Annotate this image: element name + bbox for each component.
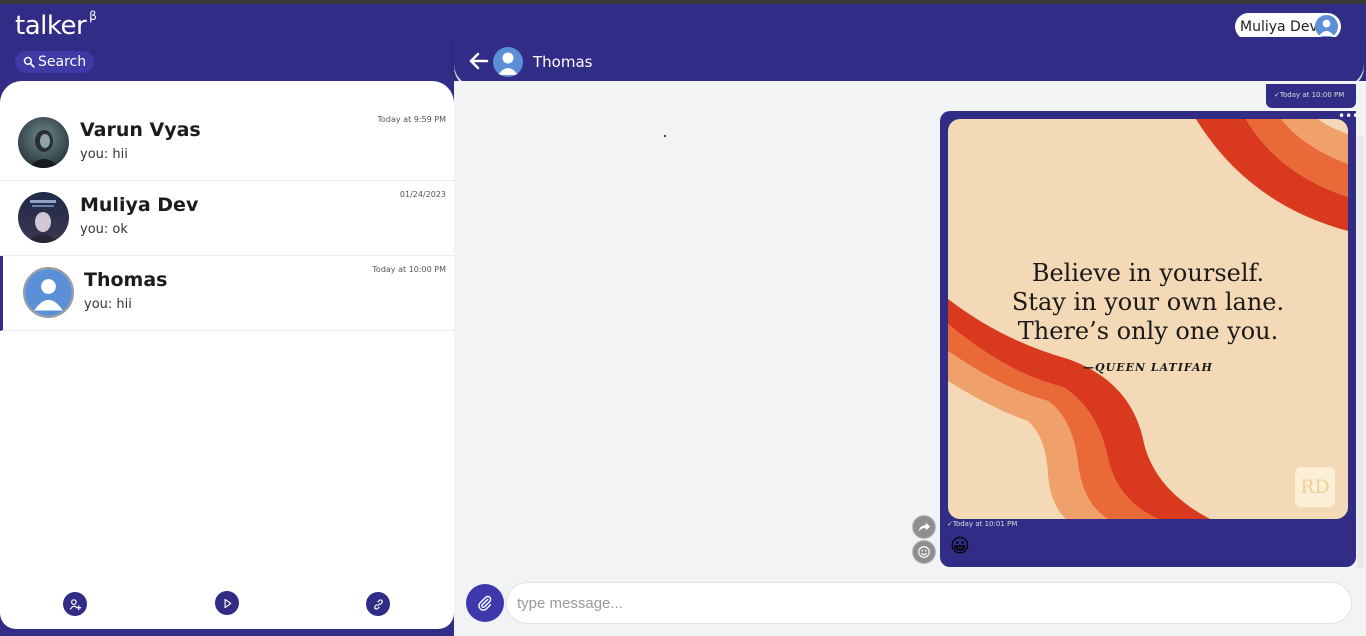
chat-list-panel: Varun Vyas you: hii Today at 9:59 PM Mul… xyxy=(0,81,454,629)
chat-item-muliya-dev[interactable]: Muliya Dev you: ok 01/24/2023 xyxy=(0,181,454,256)
avatar xyxy=(23,267,74,318)
message-time: ✓Today at 10:01 PM xyxy=(947,520,1018,528)
chat-name: Muliya Dev xyxy=(80,194,199,216)
window-top-border xyxy=(0,0,1366,4)
message-input[interactable] xyxy=(506,582,1352,624)
chat-time: Today at 10:00 PM xyxy=(372,265,446,274)
forward-icon xyxy=(918,522,931,532)
stray-dot xyxy=(664,135,666,137)
avatar xyxy=(18,117,69,168)
conversation-header: Thomas xyxy=(454,37,1364,86)
previous-message-time: ✓Today at 10:00 PM xyxy=(1274,91,1345,99)
message-bubble[interactable]: ••• Believe in yourself. Stay in your ow… xyxy=(940,110,1359,567)
previous-message: ✓Today at 10:00 PM xyxy=(1266,84,1356,108)
quote-line: There’s only one you. xyxy=(1017,317,1279,345)
bottom-actions xyxy=(0,591,454,617)
chat-preview: you: hii xyxy=(84,297,132,312)
react-button[interactable] xyxy=(912,540,936,564)
current-user-name: Muliya Dev xyxy=(1240,18,1318,35)
chat-time: Today at 9:59 PM xyxy=(377,115,447,124)
chat-item-thomas[interactable]: Thomas you: hii Today at 10:00 PM xyxy=(0,256,454,331)
chat-scrollbar[interactable] xyxy=(1357,136,1364,568)
back-arrow-icon[interactable] xyxy=(469,52,489,70)
message-composer xyxy=(454,581,1366,636)
search-button[interactable]: Search xyxy=(15,51,95,73)
search-icon xyxy=(23,56,35,68)
beta-badge: β xyxy=(89,9,97,24)
chat-time: 01/24/2023 xyxy=(399,190,446,199)
chat-list: Varun Vyas you: hii Today at 9:59 PM Mul… xyxy=(0,106,454,331)
chat-name: Thomas xyxy=(84,269,168,291)
play-button[interactable] xyxy=(215,591,239,615)
quote-image[interactable]: Believe in yourself. Stay in your own la… xyxy=(948,119,1348,519)
quote-line: Believe in yourself. xyxy=(1031,259,1265,287)
chat-preview: you: hii xyxy=(80,147,128,162)
play-icon xyxy=(223,598,231,608)
smiley-icon xyxy=(918,546,930,558)
attach-button[interactable] xyxy=(466,584,504,622)
message-reaction: 😀 xyxy=(950,535,970,557)
avatar xyxy=(18,192,69,243)
contact-avatar[interactable] xyxy=(493,47,523,77)
chat-item-varun-vyas[interactable]: Varun Vyas you: hii Today at 9:59 PM xyxy=(0,106,454,181)
search-label: Search xyxy=(38,54,87,70)
rd-logo: RD xyxy=(1295,467,1335,507)
forward-button[interactable] xyxy=(912,515,936,539)
paperclip-icon xyxy=(478,595,492,611)
current-user-chip[interactable]: Muliya Dev xyxy=(1235,13,1341,40)
app-name: talker xyxy=(15,11,87,41)
quote-author: —QUEEN LATIFAH xyxy=(1083,361,1213,374)
link-icon xyxy=(373,598,383,610)
user-avatar-icon xyxy=(1315,15,1338,38)
add-user-icon xyxy=(69,598,81,610)
add-contact-button[interactable] xyxy=(63,592,87,616)
quote-text: Believe in yourself. Stay in your own la… xyxy=(948,259,1348,346)
app-logo: talker β xyxy=(15,9,97,41)
chat-name: Varun Vyas xyxy=(80,119,201,141)
link-button[interactable] xyxy=(366,592,390,616)
quote-line: Stay in your own lane. xyxy=(1011,288,1285,316)
chat-preview: you: ok xyxy=(80,222,128,237)
contact-name: Thomas xyxy=(533,53,593,71)
